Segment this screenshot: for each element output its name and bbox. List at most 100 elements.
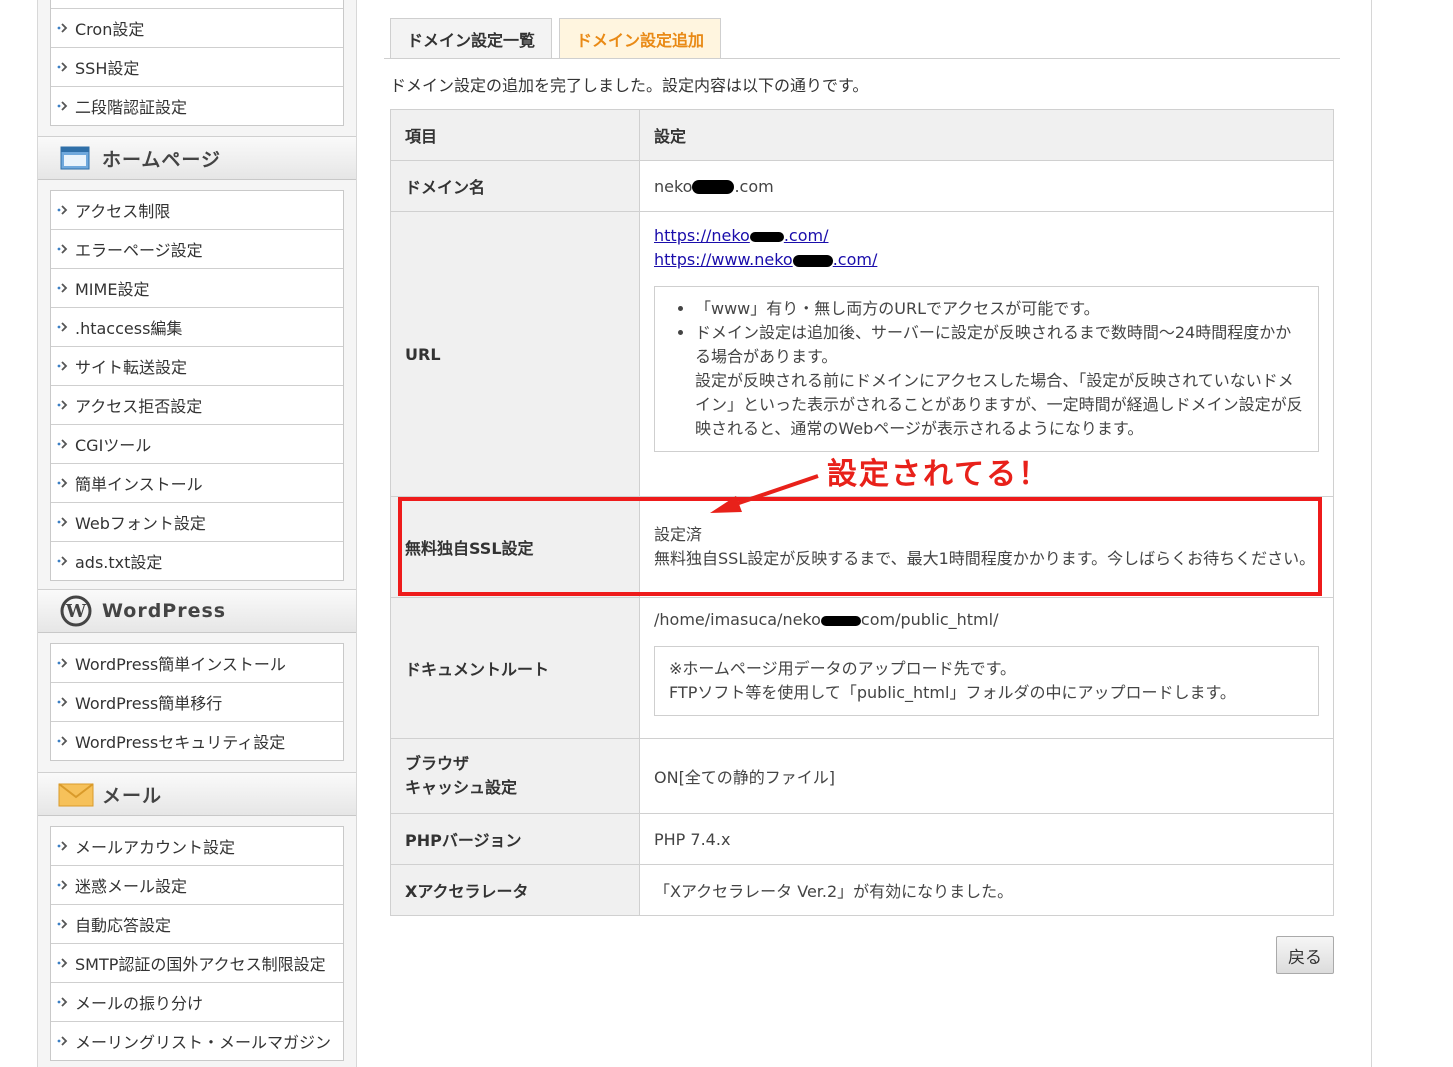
cache-label: ブラウザ キャッシュ設定: [390, 738, 640, 814]
header-item: 項目: [390, 109, 640, 161]
double-chevron-icon: [57, 438, 75, 450]
sidebar-menu-item[interactable]: SMTP認証の国外アクセス制限設定: [51, 944, 343, 983]
docroot-label: ドキュメントルート: [390, 597, 640, 739]
table-row: Xアクセラレータ 「Xアクセラレータ Ver.2」が有効になりました。: [390, 864, 1334, 916]
homepage-icon: [56, 141, 96, 175]
sidebar-menu-label: CGIツール: [75, 436, 152, 455]
sidebar-menu-item[interactable]: WordPressセキュリティ設定: [51, 722, 343, 760]
domain-value: neko .com: [639, 160, 1334, 212]
sidebar-menu-item[interactable]: 二段階認証設定: [51, 87, 343, 125]
url-note-item: 「www」有り・無し両方のURLでアクセスが可能です。: [695, 297, 1304, 321]
double-chevron-icon: [57, 516, 75, 528]
sidebar-menu-item[interactable]: CGIツール: [51, 425, 343, 464]
double-chevron-icon: [57, 657, 75, 669]
sidebar-menu-item[interactable]: メールの振り分け: [51, 983, 343, 1022]
sidebar: Cron設定 SSH設定二段階認証設定 ホームページ アクセス制限エラーページ設定…: [37, 0, 357, 1067]
tab-divider: [384, 58, 1340, 59]
sidebar-menu-item[interactable]: アクセス拒否設定: [51, 386, 343, 425]
docroot-suffix: com/public_html/: [860, 610, 999, 629]
sidebar-menu-item[interactable]: 簡単インストール: [51, 464, 343, 503]
domain-prefix: neko: [654, 176, 693, 196]
url-note-box: 「www」有り・無し両方のURLでアクセスが可能です。 ドメイン設定は追加後、サ…: [654, 286, 1319, 452]
sidebar-menu-item[interactable]: WordPress簡単インストール: [51, 644, 343, 683]
sidebar-menu-label: 自動応答設定: [75, 916, 172, 935]
sidebar-menu-label: .htaccess編集: [75, 319, 183, 338]
sidebar-menu-item[interactable]: Webフォント設定: [51, 503, 343, 542]
sidebar-menu-item[interactable]: エラーページ設定: [51, 230, 343, 269]
sidebar-menu-item[interactable]: 迷惑メール設定: [51, 866, 343, 905]
docroot-note-text: FTPソフト等を使用して「public_html」フォルダの中にアップロードしま…: [669, 683, 1236, 702]
sidebar-menu-item[interactable]: MIME設定: [51, 269, 343, 308]
domain-suffix: .com: [734, 176, 774, 196]
back-button[interactable]: 戻る: [1276, 936, 1334, 974]
url-www-prefix: https://www.neko: [654, 250, 793, 269]
cache-label-line: ブラウザ: [405, 754, 470, 773]
header-setting: 設定: [639, 109, 1334, 161]
annotation-text: 設定されてる！: [827, 457, 1051, 492]
sidebar-menu-item[interactable]: Cron設定: [51, 9, 343, 48]
double-chevron-icon: [57, 100, 75, 112]
double-chevron-icon: [57, 321, 75, 333]
mail-section-header: メール: [38, 772, 356, 816]
homepage-menu-group: アクセス制限エラーページ設定 MIME設定 .htaccess編集 サイト転送設定アク…: [50, 190, 344, 581]
tab-domain-list[interactable]: ドメイン設定一覧: [390, 18, 552, 59]
sidebar-menu-label: メーリングリスト・メールマガジン: [75, 1033, 332, 1052]
menu-item-cut-off: [51, 0, 343, 9]
double-chevron-icon: [57, 243, 75, 255]
sidebar-menu-item[interactable]: メーリングリスト・メールマガジン: [51, 1022, 343, 1060]
table-row: PHPバージョン PHP 7.4.x: [390, 813, 1334, 865]
docroot-note-box: ※ホームページ用データのアップロード先です。 FTPソフト等を使用して「publ…: [654, 646, 1319, 716]
double-chevron-icon: [57, 735, 75, 747]
sidebar-menu-label: サイト転送設定: [75, 358, 188, 377]
redaction-mark: [692, 180, 735, 194]
sidebar-menu-label: 二段階認証設定: [75, 98, 188, 117]
double-chevron-icon: [57, 918, 75, 930]
sidebar-menu-label: SSH設定: [75, 59, 140, 78]
redaction-mark: [749, 231, 784, 242]
redaction-mark: [820, 615, 861, 626]
sidebar-menu-item[interactable]: 自動応答設定: [51, 905, 343, 944]
php-value: PHP 7.4.x: [639, 813, 1334, 865]
https-url-link[interactable]: https://neko .com/: [654, 224, 1319, 248]
svg-text:W: W: [65, 601, 87, 622]
homepage-section-title: ホームページ: [102, 148, 222, 171]
mail-menu-group: メールアカウント設定迷惑メール設定自動応答設定 SMTP認証の国外アクセス制限設定…: [50, 826, 344, 1061]
sidebar-menu-label: Webフォント設定: [75, 514, 206, 533]
sidebar-menu-label: WordPress簡単移行: [75, 694, 223, 713]
url-https-prefix: https://neko: [654, 226, 750, 245]
docroot-path: /home/imasuca/neko com/public_html/: [654, 608, 1319, 632]
sidebar-menu-label: Cron設定: [75, 20, 145, 39]
double-chevron-icon: [57, 22, 75, 34]
sidebar-menu-item[interactable]: アクセス制限: [51, 191, 343, 230]
sidebar-menu-label: メールアカウント設定: [75, 838, 236, 857]
sidebar-menu-item[interactable]: メールアカウント設定: [51, 827, 343, 866]
double-chevron-icon: [57, 840, 75, 852]
sidebar-menu-label: WordPressセキュリティ設定: [75, 733, 286, 752]
wordpress-icon: W: [56, 594, 96, 628]
www-url-link[interactable]: https://www.neko .com/: [654, 248, 1319, 272]
sidebar-menu-item[interactable]: ads.txt設定: [51, 542, 343, 580]
sidebar-menu-item[interactable]: WordPress簡単移行: [51, 683, 343, 722]
completion-message: ドメイン設定の追加を完了しました。設定内容は以下の通りです。: [390, 76, 869, 95]
sidebar-menu-label: アクセス制限: [75, 202, 171, 221]
mail-icon: [56, 777, 96, 811]
tab-domain-add[interactable]: ドメイン設定追加: [559, 18, 721, 59]
wordpress-section-title: WordPress: [102, 600, 227, 622]
table-header-row: 項目 設定: [390, 109, 1334, 161]
double-chevron-icon: [57, 957, 75, 969]
annotation-arrow-icon: [710, 474, 819, 513]
url-label: URL: [390, 211, 640, 497]
double-chevron-icon: [57, 399, 75, 411]
docroot-note-text: ※ホームページ用データのアップロード先です。: [669, 659, 1017, 678]
sidebar-menu-item[interactable]: .htaccess編集: [51, 308, 343, 347]
content-right-border: [1371, 0, 1372, 1067]
sidebar-menu-label: 簡単インストール: [75, 475, 203, 494]
double-chevron-icon: [57, 61, 75, 73]
domain-label: ドメイン名: [390, 160, 640, 212]
homepage-section-header: ホームページ: [38, 136, 356, 180]
sidebar-menu-item[interactable]: SSH設定: [51, 48, 343, 87]
table-row: ブラウザ キャッシュ設定 ON[全ての静的ファイル]: [390, 738, 1334, 814]
url-www-suffix: .com/: [832, 250, 878, 269]
sidebar-menu-item[interactable]: サイト転送設定: [51, 347, 343, 386]
double-chevron-icon: [57, 555, 75, 567]
